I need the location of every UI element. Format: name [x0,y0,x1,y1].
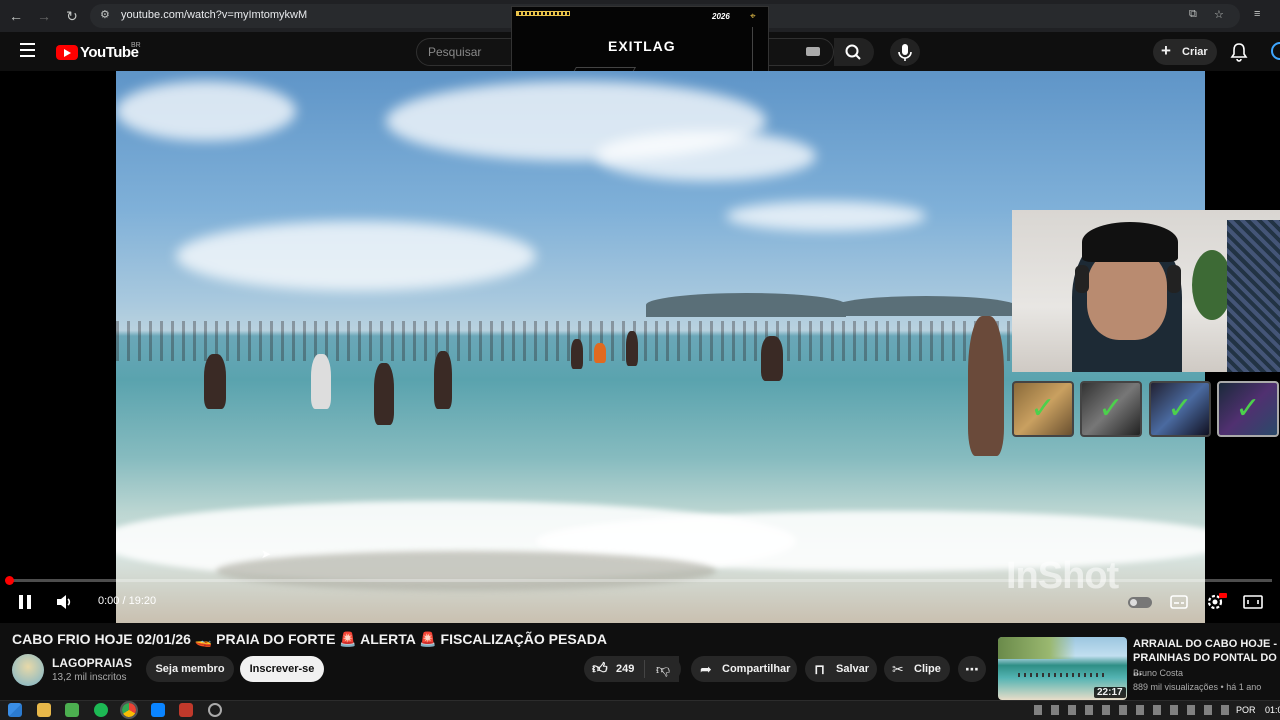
bookmark-icon: ⊓ [814,661,826,677]
check-icon: ✓ [1030,392,1056,425]
check-icon: ✓ [1167,392,1193,425]
windows-start-icon[interactable] [8,703,22,717]
reload-icon[interactable]: ↻ [62,6,82,26]
subscriber-count: 13,2 mil inscritos [52,672,127,683]
subtitles-button[interactable] [1168,592,1190,612]
input-language[interactable]: POR [1236,705,1256,715]
join-button[interactable]: Seja membro [146,656,234,682]
create-button[interactable]: + Criar [1153,39,1217,65]
microphone-icon [898,44,912,61]
taskbar-app-icon-2[interactable] [179,703,193,717]
more-horizontal-icon: ⋯ [965,661,979,677]
volume-icon [57,595,71,609]
webcam-overlay [1012,210,1280,372]
thumbs-up-icon: 👍︎ [592,660,608,677]
channel-name[interactable]: LAGOPRAIAS [52,656,132,670]
file-explorer-icon[interactable] [37,703,51,717]
plus-icon: + [1161,41,1171,60]
search-button[interactable] [834,38,874,66]
autoplay-toggle[interactable] [1128,597,1152,608]
progress-bar[interactable] [8,579,1272,582]
system-tray-icons[interactable] [1034,705,1229,715]
exitlag-logo: EXITLAG [608,38,676,54]
progress-scrubber[interactable] [5,576,14,585]
subscribe-button[interactable]: Inscrever-se [240,656,324,682]
reading-list-icon[interactable]: ≡ [1254,8,1260,20]
gear-icon [1207,593,1227,610]
check-icon: ✓ [1098,392,1124,425]
menu-icon[interactable] [20,43,35,57]
chrome-icon[interactable] [120,701,138,719]
subtitles-icon [1170,595,1188,609]
save-label: Salvar [836,663,870,675]
search-icon [845,44,861,60]
like-count: 249 [616,663,635,675]
achievement-tile-1: ✓ [1012,381,1074,437]
share-label: Compartilhar [722,663,791,675]
settings-button[interactable] [1205,592,1227,612]
install-icon[interactable]: ⧉ [1189,8,1197,21]
fullscreen-button[interactable] [1242,592,1264,612]
voice-search-button[interactable] [890,38,920,66]
inshot-watermark: InShot [1006,555,1119,597]
youtube-logo-icon[interactable] [56,45,78,60]
thumbs-down-icon: 👎︎ [655,661,671,677]
keyboard-icon[interactable] [806,47,820,56]
recommended-channel[interactable]: Bruno Costa [1133,668,1183,678]
recommended-duration: 22:17 [1094,687,1126,698]
bookmark-star-icon[interactable]: ☆ [1214,8,1224,21]
dislike-button[interactable]: 👎︎ [645,656,681,682]
clip-label: Clipe [914,663,941,675]
volume-button[interactable] [54,592,74,612]
create-label: Criar [1182,46,1208,58]
achievement-tile-2: ✓ [1080,381,1142,437]
mouse-cursor-icon: ➤ [261,547,272,561]
more-actions-button[interactable]: ⋯ [958,656,986,682]
channel-avatar[interactable] [12,654,44,686]
forward-icon[interactable]: → [34,6,54,26]
pause-icon [19,595,31,609]
check-icon: ✓ [1235,392,1261,425]
exitlag-year: 2026 [712,12,730,21]
region-code: BR [131,42,141,49]
edge-icon[interactable] [151,703,165,717]
exitlag-signal-bar [516,11,570,16]
scissors-icon: ✂ [892,661,904,677]
save-button[interactable]: ⊓ Salvar [805,656,877,682]
pause-button[interactable] [16,592,34,612]
taskbar-clock[interactable]: 01:0 [1265,705,1280,715]
notifications-icon[interactable] [1230,42,1248,67]
achievement-tile-4: ✓ [1217,381,1279,437]
taskbar-app-icon[interactable] [65,703,79,717]
recommended-meta: 889 mil visualizações • há 1 ano [1133,682,1262,692]
exitlag-target-icon: ⌖ [750,11,756,22]
clip-button[interactable]: ✂ Clipe [884,656,950,682]
achievement-tile-3: ✓ [1149,381,1211,437]
spotify-icon[interactable] [94,703,108,717]
youtube-logo-text[interactable]: YouTube [80,44,139,61]
time-display: 0:00 / 19:20 [98,595,157,607]
share-button[interactable]: ➦ Compartilhar [691,656,797,682]
back-icon[interactable]: ← [6,6,26,26]
site-info-icon[interactable]: ⚙ [100,8,110,21]
video-title: CABO FRIO HOJE 02/01/26 🚤 PRAIA DO FORTE… [12,631,607,647]
theater-mode-icon [1243,595,1263,609]
taskbar-app-icon-3[interactable] [208,703,222,717]
share-icon: ➦ [700,661,712,677]
search-placeholder: Pesquisar [428,45,482,59]
url-text[interactable]: youtube.com/watch?v=myImtomykwM [121,9,307,21]
